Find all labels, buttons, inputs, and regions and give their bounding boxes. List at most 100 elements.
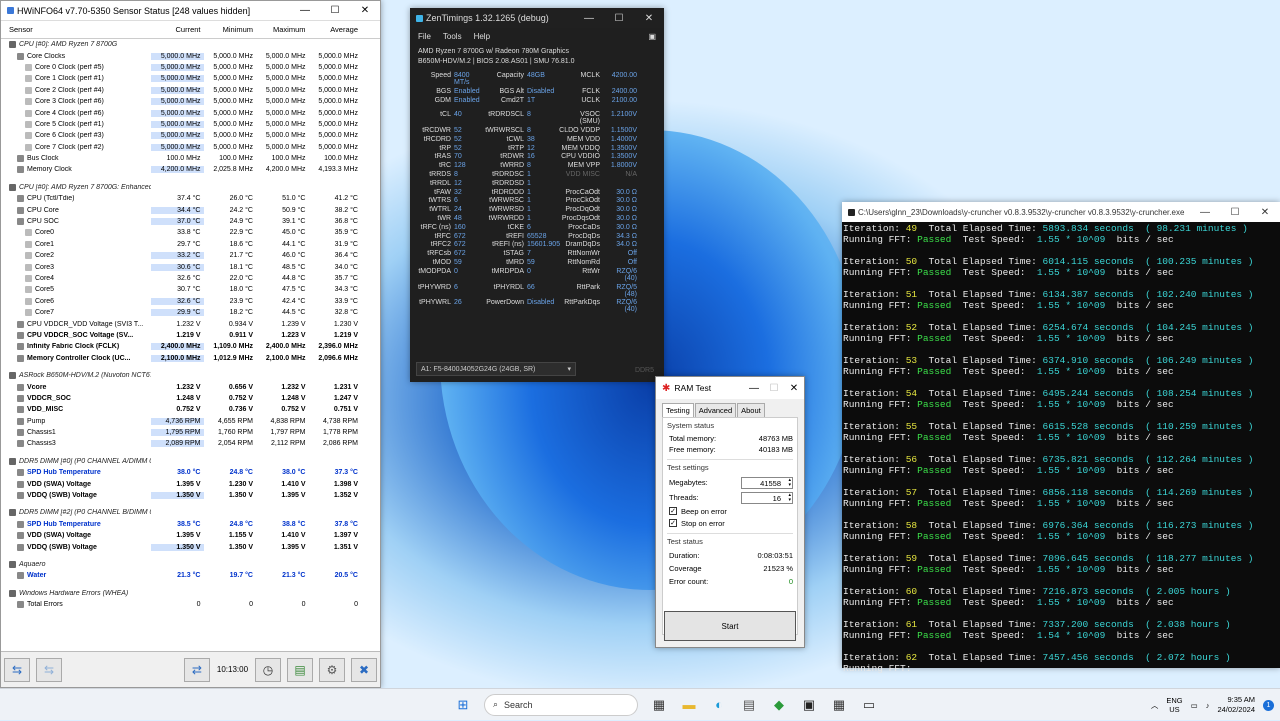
megabytes-input[interactable]: 41558 ▴ ▾ [741, 476, 793, 489]
collapse-icon[interactable] [9, 589, 16, 597]
sensor-row[interactable]: Core 6 Clock (perf #3) 5,000.0 MHz 5,000.0… [1, 130, 380, 141]
sensor-row[interactable]: SPD Hub Temperature 38.0 °C 24.8 °C 38.0 °C… [1, 467, 380, 478]
collapse-icon[interactable] [9, 41, 16, 49]
language-indicator[interactable]: ENG US [1166, 696, 1182, 714]
sensor-row[interactable]: Core 1 Clock (perf #1) 5,000.0 MHz 5,000.0… [1, 73, 380, 84]
sensor-row[interactable]: Vcore 1.232 V 0.656 V 1.232 V 1.231 V [1, 381, 380, 392]
sensor-row[interactable]: Infinity Fabric Clock (FCLK) 2,400.0 MHz 1… [1, 341, 380, 352]
zt-close-button[interactable]: ✕ [634, 13, 664, 24]
header-current[interactable]: Current [151, 25, 204, 34]
task-view-icon[interactable]: ▦ [648, 694, 670, 716]
network-icon[interactable]: ⇄ [183, 657, 210, 682]
ramtest-taskbar-icon[interactable]: ▦ [828, 694, 850, 716]
report-icon[interactable]: ▤ [287, 657, 313, 682]
tab-about[interactable]: About [737, 403, 765, 417]
store-icon[interactable]: ▤ [738, 694, 760, 716]
menu-tools[interactable]: Tools [443, 32, 462, 41]
yc-minimize-button[interactable]: — [1190, 207, 1220, 218]
sensor-group-row[interactable]: ASRock B650M-HDV/M.2 (Nuvoton NCT6799D) [1, 370, 380, 381]
stop-on-error-checkbox[interactable]: ✓ Stop on error [667, 517, 793, 529]
sensor-row[interactable]: Total Errors 0 0 0 0 [1, 599, 380, 610]
minimize-button[interactable]: — [290, 5, 320, 16]
nav-left-icon[interactable]: ⇆ [4, 657, 30, 682]
sensor-row[interactable]: Core 4 Clock (perf #6) 5,000.0 MHz 5,000.0… [1, 107, 380, 118]
sensor-row[interactable]: Core 2 Clock (perf #4) 5,000.0 MHz 5,000.0… [1, 85, 380, 96]
sensor-row[interactable]: Core1 29.7 °C 18.6 °C 44.1 °C 31.9 °C [1, 239, 380, 250]
sensor-row[interactable]: Core 3 Clock (perf #6) 5,000.0 MHz 5,000.0… [1, 96, 380, 107]
chevron-up-icon[interactable]: ︿ [1151, 700, 1159, 711]
edge-icon[interactable]: ◐ [708, 694, 730, 716]
nav-right-icon[interactable]: ⇆ [35, 657, 62, 682]
clock-icon[interactable]: ◷ [255, 657, 282, 682]
tab-testing[interactable]: Testing [662, 403, 694, 417]
sensor-row[interactable]: Core2 33.2 °C 21.7 °C 46.0 °C 36.4 °C [1, 250, 380, 261]
sensor-group-row[interactable]: Windows Hardware Errors (WHEA) [1, 588, 380, 599]
sensor-row[interactable]: VDDQ (SWB) Voltage 1.350 V 1.350 V 1.395 V 1… [1, 490, 380, 501]
sensor-row[interactable]: Pump 4,736 RPM 4,655 RPM 4,838 RPM 4,738 RPM [1, 416, 380, 427]
header-maximum[interactable]: Maximum [256, 25, 309, 34]
terminal-taskbar-icon[interactable]: ▭ [858, 694, 880, 716]
search-box[interactable]: ⌕ Search [484, 693, 638, 716]
sensor-row[interactable]: VDD (SWA) Voltage 1.395 V 1.155 V 1.410 V 1.… [1, 530, 380, 541]
sensor-row[interactable]: VDDCR_SOC 1.248 V 0.752 V 1.248 V 1.247 V [1, 393, 380, 404]
menu-help[interactable]: Help [474, 32, 490, 41]
rt-close-button[interactable]: ✕ [784, 383, 804, 394]
sensor-group-row[interactable]: DDR5 DIMM [#0] (P0 CHANNEL A/DIMM 0) [1, 456, 380, 467]
clock[interactable]: 9:35 AM 24/02/2024 [1217, 695, 1255, 715]
zentimings-taskbar-icon[interactable]: ▣ [798, 694, 820, 716]
sensor-row[interactable]: Memory Clock 4,200.0 MHz 2,025.8 MHz 4,200.… [1, 164, 380, 175]
header-sensor[interactable]: Sensor [1, 25, 151, 34]
collapse-icon[interactable] [9, 183, 16, 191]
settings-icon[interactable]: ⚙ [319, 657, 345, 682]
sensor-row[interactable]: Core 7 Clock (perf #2) 5,000.0 MHz 5,000.0… [1, 142, 380, 153]
threads-input[interactable]: 16 ▴ ▾ [741, 491, 793, 504]
close-button[interactable]: ✕ [350, 5, 380, 16]
sensor-group-row[interactable]: CPU [#0]: AMD Ryzen 7 8700G: Enhanced [1, 182, 380, 193]
sensor-row[interactable]: Core 0 Clock (perf #5) 5,000.0 MHz 5,000.0… [1, 62, 380, 73]
sensor-group-row[interactable]: CPU [#0]: AMD Ryzen 7 8700G [1, 39, 380, 50]
menu-file[interactable]: File [418, 32, 431, 41]
sensor-row[interactable]: Core Clocks 5,000.0 MHz 5,000.0 MHz 5,000.0… [1, 50, 380, 61]
hwinfo-titlebar[interactable]: HWiNFO64 v7.70-5350 Sensor Status [248 v… [1, 1, 380, 21]
ramtest-titlebar[interactable]: ✱ RAM Test — ☐ ✕ [656, 377, 804, 399]
volume-icon[interactable]: ♪ [1206, 701, 1210, 710]
sensor-row[interactable]: VDD_MISC 0.752 V 0.736 V 0.752 V 0.751 V [1, 404, 380, 415]
sensor-row[interactable]: Core5 30.7 °C 18.0 °C 47.5 °C 34.3 °C [1, 284, 380, 295]
close-sensors-icon[interactable]: ✖ [350, 657, 377, 682]
hwinfo-taskbar-icon[interactable]: ◆ [768, 694, 790, 716]
beep-on-error-checkbox[interactable]: ✓ Beep on error [667, 505, 793, 517]
ycruncher-titlebar[interactable]: C:\Users\glnn_23\Downloads\y-cruncher v0… [842, 202, 1280, 222]
collapse-icon[interactable] [9, 560, 16, 568]
notification-badge[interactable]: 1 [1263, 699, 1274, 711]
sensor-row[interactable]: CPU (Tctl/Tdie) 37.4 °C 26.0 °C 51.0 °C 41.2… [1, 193, 380, 204]
sensor-row[interactable]: VDDQ (SWB) Voltage 1.350 V 1.350 V 1.395 V 1… [1, 541, 380, 552]
sensor-group-row[interactable]: Aquaero [1, 559, 380, 570]
collapse-icon[interactable] [9, 372, 16, 380]
sensor-row[interactable]: CPU Core 34.4 °C 24.2 °C 50.9 °C 38.2 °C [1, 204, 380, 215]
tab-advanced[interactable]: Advanced [694, 403, 737, 417]
sensor-group-row[interactable]: DDR5 DIMM [#2] (P0 CHANNEL B/DIMM 0) [1, 507, 380, 518]
sensor-row[interactable]: Chassis3 2,089 RPM 2,054 RPM 2,112 RPM 2,086… [1, 438, 380, 449]
memory-module-select[interactable]: A1: F5-8400J4052G24G (24GB, SR) ▾ [416, 362, 576, 376]
zentimings-titlebar[interactable]: ZenTimings 1.32.1265 (debug) — ☐ ✕ [410, 8, 664, 28]
sensor-row[interactable]: CPU VDDCR_VDD Voltage (SVI3 T... 1.232 V 0… [1, 318, 380, 329]
sensor-row[interactable]: Bus Clock 100.0 MHz 100.0 MHz 100.0 MHz 100.… [1, 153, 380, 164]
spinner-icon[interactable]: ▴ ▾ [788, 477, 791, 488]
spinner-icon[interactable]: ▴ ▾ [788, 492, 791, 503]
yc-close-button[interactable]: ✕ [1250, 207, 1280, 218]
sensor-row[interactable]: CPU VDDCR_SOC Voltage (SV... 1.219 V 0.911… [1, 330, 380, 341]
sensor-row[interactable]: Water 21.3 °C 19.7 °C 21.3 °C 20.5 °C [1, 570, 380, 581]
collapse-icon[interactable] [9, 509, 16, 517]
sensor-row[interactable]: Core0 33.8 °C 22.9 °C 45.0 °C 35.9 °C [1, 227, 380, 238]
sensor-row[interactable]: CPU SOC 37.0 °C 24.9 °C 39.1 °C 36.8 °C [1, 216, 380, 227]
zt-minimize-button[interactable]: — [574, 13, 604, 24]
sensor-row[interactable]: Core6 32.6 °C 23.9 °C 42.4 °C 33.9 °C [1, 296, 380, 307]
sensor-row[interactable]: VDD (SWA) Voltage 1.395 V 1.230 V 1.410 V 1.… [1, 478, 380, 489]
sensor-row[interactable]: SPD Hub Temperature 38.5 °C 24.8 °C 38.8 °C… [1, 519, 380, 530]
maximize-button[interactable]: ☐ [320, 5, 350, 16]
sensor-row[interactable]: Core3 30.6 °C 18.1 °C 48.5 °C 34.0 °C [1, 261, 380, 272]
sensor-row[interactable]: Memory Controller Clock (UC... 2,100.0 MH… [1, 353, 380, 364]
header-minimum[interactable]: Minimum [204, 25, 257, 34]
rt-maximize-button[interactable]: ☐ [764, 383, 784, 394]
collapse-icon[interactable] [9, 457, 16, 465]
